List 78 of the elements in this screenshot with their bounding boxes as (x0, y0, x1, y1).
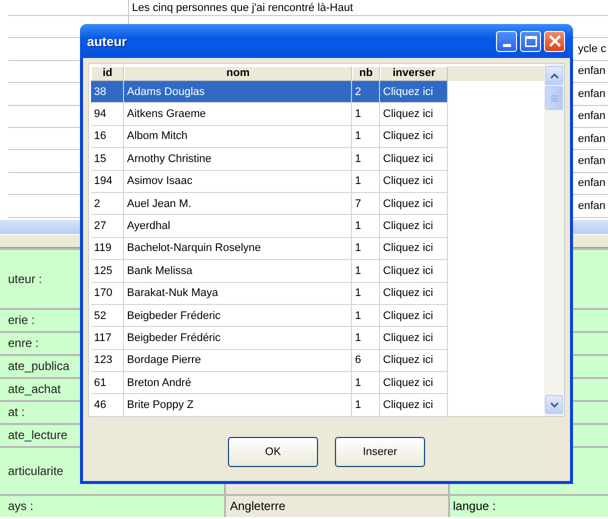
table-row[interactable]: 194 Asimov Isaac 1 Cliquez ici (91, 170, 544, 193)
table-row[interactable]: 27 Ayerdhal 1 Cliquez ici (91, 215, 544, 238)
table-row[interactable]: 16 Albom Mitch 1 Cliquez ici (91, 126, 544, 148)
table-cell: 15 (91, 148, 124, 171)
link-cell[interactable]: Cliquez ici (380, 350, 448, 372)
column-header[interactable]: nb (352, 66, 380, 81)
table-cell: 194 (91, 170, 124, 193)
link-cell[interactable]: Cliquez ici (380, 372, 448, 394)
dialog-button[interactable]: OK (228, 437, 318, 467)
table-cell: Aitkens Graeme (124, 103, 352, 126)
table-cell: Brite Poppy Z (124, 394, 352, 417)
table-cell: Albom Mitch (124, 126, 352, 148)
table-cell: Beigbeder Fréderic (124, 304, 352, 328)
table-cell: 2 (91, 192, 124, 216)
table-cell: 123 (91, 350, 124, 372)
column-header[interactable]: nom (124, 66, 352, 81)
table-cell: Breton André (124, 372, 352, 394)
table-cell: Bank Melissa (124, 260, 352, 283)
dialog-button[interactable]: Inserer (335, 437, 425, 467)
link-cell[interactable]: Cliquez ici (380, 81, 448, 104)
table-cell: 1 (352, 282, 380, 305)
table-cell: Arnothy Christine (124, 148, 352, 171)
table-cell: 16 (91, 126, 124, 148)
table-cell: Barakat-Nuk Maya (124, 282, 352, 305)
link-cell[interactable]: Cliquez ici (380, 304, 448, 328)
table-cell: 1 (352, 304, 380, 328)
link-cell[interactable]: Cliquez ici (380, 238, 448, 260)
link-cell[interactable]: Cliquez ici (380, 126, 448, 148)
table-cell: 38 (91, 81, 124, 104)
window-title: auteur (87, 34, 127, 48)
table-cell: 61 (91, 372, 124, 394)
table-cell: 1 (352, 170, 380, 193)
table-cell: Les cinq personnes que j'ai rencontré là-Haut (128, 0, 573, 16)
link-cell[interactable]: Cliquez ici (380, 215, 448, 238)
table-cell: Ayerdhal (124, 215, 352, 238)
table-cell: Beigbeder Frédéric (124, 327, 352, 350)
link-cell[interactable]: Cliquez ici (380, 103, 448, 126)
table-cell: 119 (91, 238, 124, 260)
table-cell: 27 (91, 215, 124, 238)
table-cell: Auel Jean M. (124, 192, 352, 216)
table-cell: 7 (352, 192, 380, 216)
table-cell: 1 (352, 372, 380, 394)
field-value: Angleterre (224, 496, 450, 517)
table-row[interactable]: 15 Arnothy Christine 1 Cliquez ici (91, 148, 544, 171)
table-cell: Asimov Isaac (124, 170, 352, 193)
link-cell[interactable]: Cliquez ici (380, 327, 448, 350)
table-cell: 52 (91, 304, 124, 328)
link-cell[interactable]: Cliquez ici (380, 394, 448, 417)
table-cell: Bachelot-Narquin Roselyne (124, 238, 352, 260)
table-cell: 1 (352, 394, 380, 417)
link-cell[interactable]: Cliquez ici (380, 282, 448, 305)
table-cell: 46 (91, 394, 124, 417)
link-cell[interactable]: Cliquez ici (380, 170, 448, 193)
table-row[interactable]: 94 Aitkens Graeme 1 Cliquez ici (91, 103, 544, 126)
table-cell: Bordage Pierre (124, 350, 352, 372)
table-cell: 170 (91, 282, 124, 305)
column-header[interactable]: inverser (380, 66, 448, 81)
table-cell: 117 (91, 327, 124, 350)
table-cell: Adams Douglas (124, 81, 352, 104)
table-row[interactable]: 2 Auel Jean M. 7 Cliquez ici (91, 192, 544, 216)
table-cell: 1 (352, 215, 380, 238)
table-cell: 1 (352, 327, 380, 350)
table-cell: 1 (352, 103, 380, 126)
table-row[interactable]: 38 Adams Douglas 2 Cliquez ici (91, 81, 544, 104)
table-cell: 125 (91, 260, 124, 283)
link-cell[interactable]: Cliquez ici (380, 192, 448, 216)
table-cell: 1 (352, 260, 380, 283)
link-cell[interactable]: Cliquez ici (380, 148, 448, 171)
table-cell: 6 (352, 350, 380, 372)
table-cell: 2 (352, 81, 380, 104)
link-cell[interactable]: Cliquez ici (380, 260, 448, 283)
field-label: langue : (450, 496, 608, 517)
column-header[interactable]: id (91, 66, 124, 81)
field-label: ays : (0, 496, 224, 517)
table-cell: 1 (352, 126, 380, 148)
table-cell: 94 (91, 103, 124, 126)
table-cell: 1 (352, 238, 380, 260)
table-cell: 1 (352, 148, 380, 171)
